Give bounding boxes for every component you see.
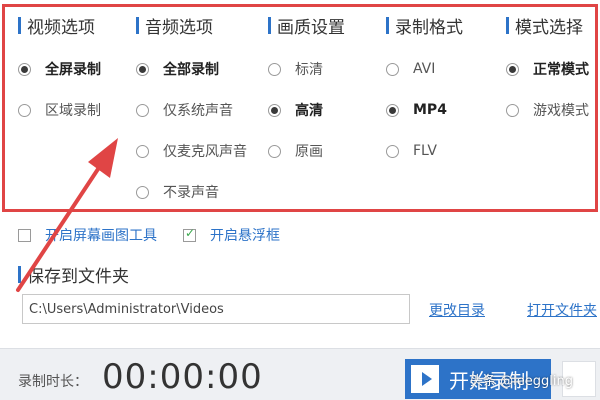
- radio-icon: [386, 103, 399, 117]
- radio-icon: [136, 144, 149, 158]
- section-marker: [268, 16, 271, 34]
- radio-icon: [386, 62, 399, 76]
- save-folder-heading: 保存到文件夹: [18, 262, 129, 287]
- radio-normal-mode[interactable]: 正常模式: [506, 59, 589, 79]
- section-marker: [386, 16, 389, 34]
- radio-quality-sd[interactable]: 标清: [268, 59, 345, 79]
- radio-icon: [386, 144, 399, 158]
- radio-quality-hd[interactable]: 高清: [268, 100, 345, 120]
- radio-system-audio-only[interactable]: 仅系统声音: [136, 100, 247, 120]
- watermark: 头条 @leeggling: [470, 374, 573, 389]
- format-options-title: 录制格式: [395, 17, 463, 38]
- play-icon: [411, 365, 439, 393]
- radio-icon: [136, 62, 149, 76]
- section-marker: [18, 16, 21, 34]
- section-marker: [506, 16, 509, 34]
- checkbox-drawing-tool[interactable]: 开启屏幕画图工具: [18, 225, 157, 245]
- format-options-column: 录制格式 AVI MP4 FLV: [386, 12, 463, 161]
- video-options-column: 视频选项 全屏录制 区域录制: [18, 12, 101, 120]
- radio-format-flv[interactable]: FLV: [386, 141, 463, 161]
- mode-options-title: 模式选择: [515, 17, 583, 38]
- radio-icon: [268, 144, 281, 158]
- radio-mic-only[interactable]: 仅麦克风声音: [136, 141, 247, 161]
- radio-no-audio[interactable]: 不录声音: [136, 182, 247, 202]
- radio-icon: [506, 103, 519, 117]
- extra-options: 开启屏幕画图工具 开启悬浮框: [18, 225, 280, 245]
- radio-fullscreen-record[interactable]: 全屏录制: [18, 59, 101, 79]
- audio-options-column: 音频选项 全部录制 仅系统声音 仅麦克风声音 不录声音: [136, 12, 247, 202]
- section-marker: [136, 16, 139, 34]
- radio-region-record[interactable]: 区域录制: [18, 100, 101, 120]
- radio-record-all-audio[interactable]: 全部录制: [136, 59, 247, 79]
- change-directory-link[interactable]: 更改目录: [429, 300, 485, 320]
- save-path-field[interactable]: C:\Users\Administrator\Videos: [22, 294, 410, 324]
- radio-icon: [18, 103, 31, 117]
- radio-icon: [268, 103, 281, 117]
- duration-value: 00:00:00: [102, 357, 263, 397]
- open-folder-link[interactable]: 打开文件夹: [527, 300, 597, 320]
- audio-options-title: 音频选项: [145, 17, 213, 38]
- radio-game-mode[interactable]: 游戏模式: [506, 100, 589, 120]
- duration-label: 录制时长：: [18, 374, 88, 390]
- mode-options-column: 模式选择 正常模式 游戏模式: [506, 12, 589, 120]
- radio-icon: [136, 103, 149, 117]
- checkbox-floating-window[interactable]: 开启悬浮框: [183, 225, 280, 245]
- video-options-title: 视频选项: [27, 17, 95, 38]
- radio-quality-original[interactable]: 原画: [268, 141, 345, 161]
- radio-icon: [506, 62, 519, 76]
- radio-format-avi[interactable]: AVI: [386, 59, 463, 79]
- checkbox-checked-icon: [183, 226, 196, 242]
- radio-format-mp4[interactable]: MP4: [386, 100, 463, 120]
- quality-options-column: 画质设置 标清 高清 原画: [268, 12, 345, 161]
- radio-icon: [268, 62, 281, 76]
- checkbox-icon: [18, 228, 31, 242]
- section-marker: [18, 266, 21, 283]
- radio-icon: [136, 185, 149, 199]
- radio-icon: [18, 62, 31, 76]
- quality-options-title: 画质设置: [277, 17, 345, 38]
